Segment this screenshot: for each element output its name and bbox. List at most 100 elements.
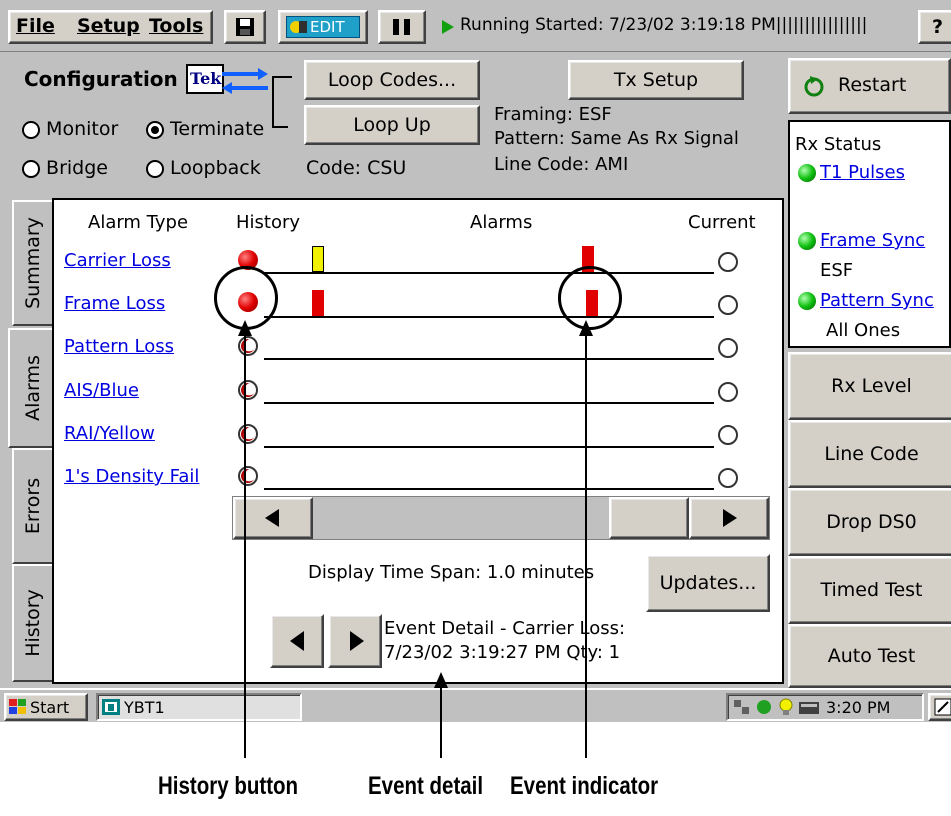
system-tray: 3:20 PM: [726, 693, 924, 721]
help-button[interactable]: ?: [918, 10, 951, 44]
pattern-text: Pattern: Same As Rx Signal: [494, 128, 739, 149]
frame-loss-current-led: [718, 295, 738, 315]
mode-bridge[interactable]: Bridge: [22, 157, 108, 179]
line-code-button[interactable]: Line Code: [788, 420, 951, 488]
ais-blue-history-led[interactable]: [238, 380, 258, 400]
windows-logo-icon: [9, 699, 26, 714]
tab-summary[interactable]: Summary: [12, 200, 52, 326]
updates-button[interactable]: Updates...: [646, 554, 770, 612]
restart-button[interactable]: Restart: [788, 58, 951, 114]
mode-terminate[interactable]: Terminate: [146, 118, 264, 140]
line-code-text: Line Code: AMI: [494, 154, 629, 175]
density-fail-timeline: [264, 488, 714, 490]
restart-icon: [804, 76, 824, 97]
ais-blue-current-led: [718, 382, 738, 402]
event-detail-callout: Event detail: [368, 772, 484, 800]
event-next-button[interactable]: [328, 614, 382, 668]
alarm-pattern-loss-link[interactable]: Pattern Loss: [64, 336, 174, 357]
frame-sync-link[interactable]: Frame Sync: [820, 230, 925, 251]
display-time-span: Display Time Span: 1.0 minutes: [308, 562, 595, 583]
drop-ds0-button[interactable]: Drop DS0: [788, 488, 951, 556]
menu-tools[interactable]: Tools: [149, 15, 203, 37]
frame-loss-timeline: [264, 316, 714, 318]
density-fail-history-led[interactable]: [238, 466, 258, 486]
tab-alarms[interactable]: Alarms: [8, 328, 56, 448]
start-button[interactable]: Start: [4, 693, 88, 721]
history-callout-line: [244, 334, 246, 758]
alarms-panel: Alarm Type History Alarms Current Carrie…: [52, 198, 784, 684]
save-button[interactable]: [224, 10, 266, 44]
timeline-scrollbar[interactable]: [232, 496, 770, 540]
ais-blue-timeline: [264, 402, 714, 404]
pattern-loss-history-led[interactable]: [238, 336, 258, 356]
pattern-loss-current-led: [718, 338, 738, 358]
task-ybt1[interactable]: YBT1: [96, 693, 302, 721]
alarm-carrier-loss-link[interactable]: Carrier Loss: [64, 250, 171, 271]
pause-button[interactable]: [378, 10, 426, 44]
rai-yellow-timeline: [264, 446, 714, 448]
next-arrow-icon: [350, 631, 364, 651]
loopback-radio[interactable]: [146, 159, 164, 178]
start-label: Start: [30, 698, 70, 717]
monitor-radio[interactable]: [22, 120, 40, 139]
alarm-frame-loss-link[interactable]: Frame Loss: [64, 293, 165, 314]
pattern-sync-led: [798, 292, 816, 310]
rai-yellow-history-led[interactable]: [238, 424, 258, 444]
loop-up-button[interactable]: Loop Up: [304, 105, 480, 145]
keyboard-icon: [799, 702, 819, 714]
rx-level-button[interactable]: Rx Level: [788, 352, 951, 420]
pattern-sync-value: All Ones: [826, 320, 901, 341]
network-icon: [734, 700, 749, 714]
scroll-thumb[interactable]: [609, 497, 689, 539]
event-detail-callout-line: [440, 686, 442, 758]
density-fail-current-led: [718, 468, 738, 488]
alarm-density-fail-link[interactable]: 1's Density Fail: [64, 466, 199, 487]
right-arrow-icon: [723, 509, 737, 527]
code-text: Code: CSU: [306, 157, 407, 179]
mode-loopback[interactable]: Loopback: [146, 157, 261, 179]
frame-loss-event-marker[interactable]: [312, 290, 324, 316]
menu-file[interactable]: File: [16, 15, 55, 37]
t1-pulses-link[interactable]: T1 Pulses: [820, 162, 905, 183]
framing-text: Framing: ESF: [494, 104, 612, 125]
header-alarms: Alarms: [470, 212, 533, 233]
terminate-radio[interactable]: [146, 120, 164, 139]
event-indicator-callout-line: [585, 334, 587, 758]
event-indicator-callout: Event indicator: [510, 772, 659, 800]
rai-yellow-current-led: [718, 425, 738, 445]
mode-monitor[interactable]: Monitor: [22, 118, 118, 140]
connection-icon: [757, 700, 771, 714]
tab-history[interactable]: History: [12, 564, 52, 682]
task-label: YBT1: [124, 698, 165, 717]
mode-bracket: [272, 76, 288, 128]
carrier-loss-warning-marker[interactable]: [312, 246, 324, 272]
scroll-right-button[interactable]: [689, 497, 769, 539]
tek-logo: Tek: [186, 64, 224, 94]
frame-sync-value: ESF: [820, 260, 854, 281]
help-label: ?: [932, 16, 944, 38]
edit-label: EDIT: [310, 18, 345, 36]
tab-errors[interactable]: Errors: [12, 448, 52, 564]
menu-setup[interactable]: Setup: [77, 15, 140, 37]
desktop-button[interactable]: [928, 693, 951, 721]
alarm-rai-yellow-link[interactable]: RAI/Yellow: [64, 423, 155, 444]
config-label: Configuration: [24, 67, 178, 91]
floppy-disk-icon: [236, 18, 254, 36]
alarm-ais-blue-link[interactable]: AIS/Blue: [64, 380, 139, 401]
auto-test-button[interactable]: Auto Test: [788, 624, 951, 688]
tx-setup-button[interactable]: Tx Setup: [568, 60, 744, 100]
clock: 3:20 PM: [826, 698, 891, 717]
edit-button[interactable]: EDIT: [278, 10, 368, 44]
pattern-loss-timeline: [264, 358, 714, 360]
rx-status-panel: Rx Status T1 Pulses Frame Sync ESF Patte…: [788, 120, 951, 348]
pattern-sync-link[interactable]: Pattern Sync: [820, 290, 934, 311]
bridge-radio[interactable]: [22, 159, 40, 178]
event-prev-button[interactable]: [270, 614, 324, 668]
rx-status-title: Rx Status: [795, 134, 882, 155]
header-alarm-type: Alarm Type: [88, 212, 189, 233]
timed-test-button[interactable]: Timed Test: [788, 556, 951, 624]
app-icon: [102, 699, 120, 715]
run-status: Running Started: 7/23/02 3:19:18 PM|||||…: [460, 15, 868, 35]
loop-codes-button[interactable]: Loop Codes...: [304, 60, 480, 100]
lightbulb-icon: [779, 698, 793, 715]
